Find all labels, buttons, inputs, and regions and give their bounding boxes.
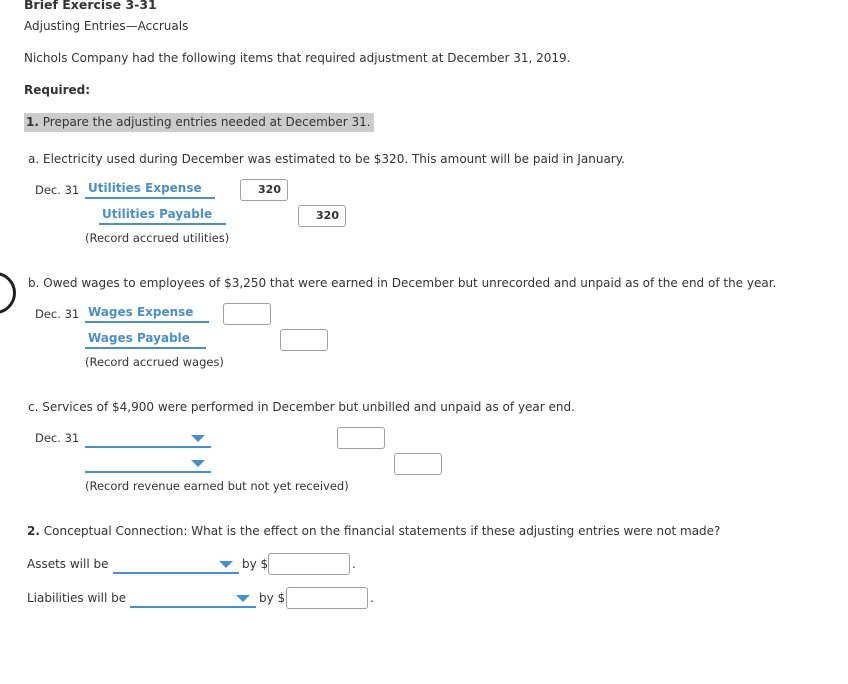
circle-marker-icon — [0, 272, 16, 314]
chevron-down-icon — [236, 595, 250, 602]
assets-effect-dropdown[interactable] — [113, 558, 239, 574]
item-a-credit-account-label: Utilities Payable — [99, 207, 226, 225]
item-c-date: Dec. 31 — [35, 431, 80, 445]
item-b-text: b. Owed wages to employees of $3,250 tha… — [28, 276, 777, 290]
item-c-credit-input[interactable] — [394, 453, 442, 475]
chevron-down-icon — [191, 435, 205, 442]
chevron-down-icon — [219, 561, 233, 568]
item-b-debit-input[interactable] — [223, 303, 271, 325]
item-a-credit-account[interactable]: Utilities Payable — [99, 207, 226, 225]
liabilities-by-label: by $ — [259, 591, 286, 605]
exercise-subtitle: Adjusting Entries—Accruals — [24, 19, 189, 33]
part1-text: Prepare the adjusting entries needed at … — [42, 115, 371, 129]
item-b-debit-account[interactable]: Wages Expense — [85, 305, 209, 323]
part1-prompt: 1. Prepare the adjusting entries needed … — [24, 113, 374, 132]
item-c-debit-account-dropdown[interactable] — [85, 432, 211, 448]
assets-amount-input[interactable] — [268, 553, 350, 575]
part2-text: Conceptual Connection: What is the effec… — [43, 524, 721, 538]
item-b-date: Dec. 31 — [35, 307, 80, 321]
item-a-date: Dec. 31 — [35, 183, 80, 197]
liabilities-amount-input[interactable] — [286, 587, 368, 609]
required-label: Required: — [24, 83, 91, 97]
chevron-down-icon — [191, 460, 205, 467]
part1-number: 1. — [26, 115, 39, 129]
item-b-credit-account-label: Wages Payable — [85, 331, 206, 349]
item-c-debit-input[interactable] — [337, 427, 385, 449]
liabilities-effect-dropdown[interactable] — [130, 592, 256, 608]
item-b-note: (Record accrued wages) — [85, 355, 224, 369]
exercise-title: Brief Exercise 3-31 — [24, 0, 157, 12]
part2-prompt: 2. Conceptual Connection: What is the ef… — [27, 524, 720, 538]
part2-number: 2. — [27, 524, 40, 538]
item-a-credit-input[interactable]: 320 — [298, 205, 346, 227]
item-c-text: c. Services of $4,900 were performed in … — [28, 400, 575, 414]
item-b-debit-account-label: Wages Expense — [85, 305, 209, 323]
item-a-debit-input[interactable]: 320 — [240, 179, 288, 201]
liabilities-label: Liabilities will be — [27, 591, 127, 605]
assets-period: . — [352, 557, 356, 571]
item-a-debit-account-label: Utilities Expense — [85, 181, 215, 199]
item-a-text: a. Electricity used during December was … — [28, 152, 625, 166]
item-a-debit-account[interactable]: Utilities Expense — [85, 181, 215, 199]
item-c-credit-account-dropdown[interactable] — [85, 457, 211, 473]
item-b-credit-account[interactable]: Wages Payable — [85, 331, 206, 349]
item-b-credit-input[interactable] — [280, 329, 328, 351]
intro-text: Nichols Company had the following items … — [24, 51, 571, 65]
item-c-note: (Record revenue earned but not yet recei… — [85, 479, 349, 493]
assets-by-label: by $ — [242, 557, 269, 571]
assets-label: Assets will be — [27, 557, 109, 571]
item-a-note: (Record accrued utilities) — [85, 231, 230, 245]
liabilities-period: . — [370, 591, 374, 605]
